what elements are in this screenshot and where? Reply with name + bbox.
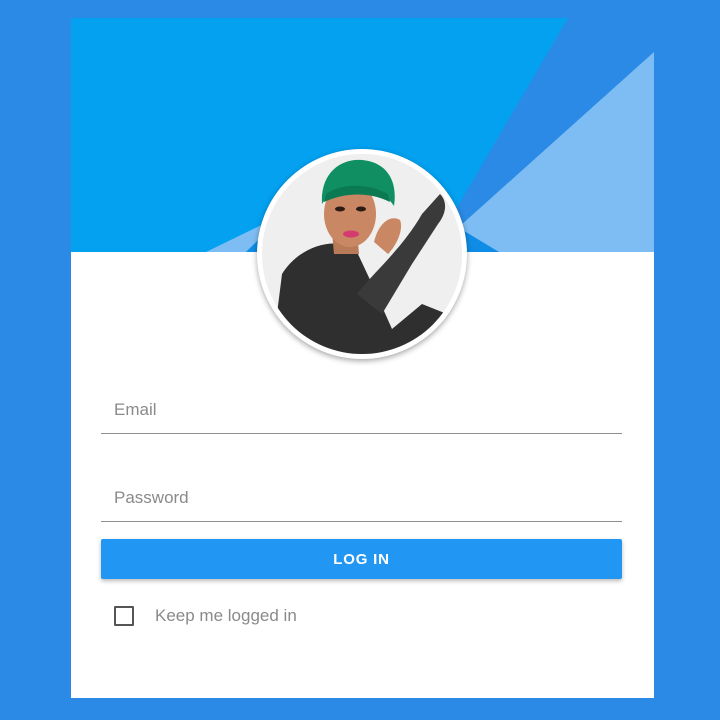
email-field-container [101, 387, 622, 434]
remember-me-label: Keep me logged in [155, 606, 297, 625]
user-photo-icon [262, 154, 462, 354]
avatar [257, 149, 467, 359]
login-button[interactable]: LOG IN [101, 539, 622, 579]
password-field-container [101, 475, 622, 522]
profile-photo [262, 154, 462, 354]
remember-me-row: Keep me logged in [114, 605, 297, 627]
email-field[interactable] [101, 387, 622, 433]
password-field[interactable] [101, 475, 622, 521]
login-card: LOG IN Keep me logged in [71, 18, 654, 698]
remember-me-checkbox[interactable] [114, 606, 134, 626]
